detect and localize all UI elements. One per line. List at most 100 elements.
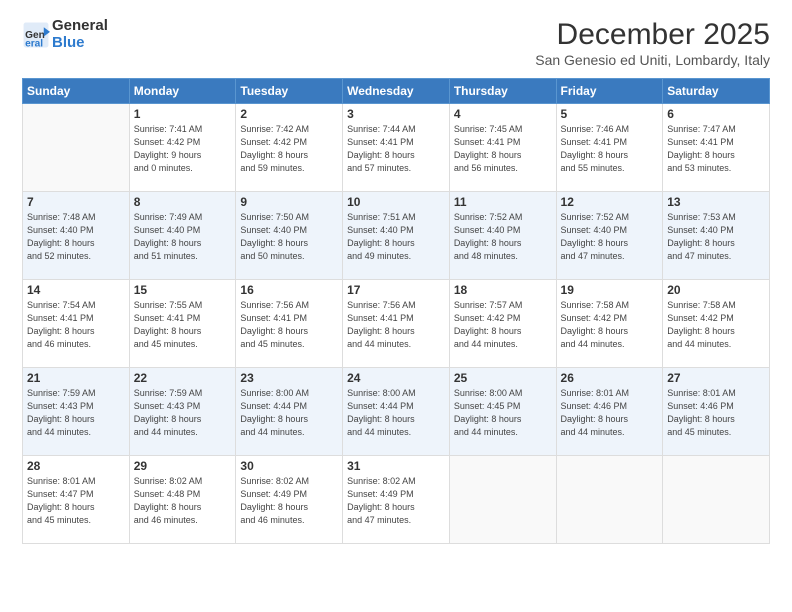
table-row: 24Sunrise: 8:00 AMSunset: 4:44 PMDayligh… bbox=[343, 368, 450, 456]
day-number: 27 bbox=[667, 371, 765, 385]
daylight-hours: Daylight: 8 hours bbox=[561, 150, 629, 160]
day-info: Sunrise: 7:52 AMSunset: 4:40 PMDaylight:… bbox=[454, 211, 552, 263]
day-info: Sunrise: 7:47 AMSunset: 4:41 PMDaylight:… bbox=[667, 123, 765, 175]
day-info: Sunrise: 7:55 AMSunset: 4:41 PMDaylight:… bbox=[134, 299, 232, 351]
th-friday: Friday bbox=[556, 79, 663, 104]
day-number: 10 bbox=[347, 195, 445, 209]
calendar-table: Sunday Monday Tuesday Wednesday Thursday… bbox=[22, 78, 770, 544]
day-number: 8 bbox=[134, 195, 232, 209]
day-info-continuation: and 44 minutes. bbox=[454, 339, 518, 349]
day-info: Sunrise: 8:00 AMSunset: 4:44 PMDaylight:… bbox=[240, 387, 338, 439]
sunset-time: Sunset: 4:40 PM bbox=[27, 225, 94, 235]
day-info: Sunrise: 8:02 AM Sunset: 4:49 PM Daylight:… bbox=[347, 475, 445, 527]
table-row: 29Sunrise: 8:02 AMSunset: 4:48 PMDayligh… bbox=[129, 456, 236, 544]
daylight-hours: Daylight: 8 hours bbox=[667, 414, 735, 424]
day-info: Sunrise: 7:41 AMSunset: 4:42 PMDaylight:… bbox=[134, 123, 232, 175]
table-row: 6Sunrise: 7:47 AMSunset: 4:41 PMDaylight… bbox=[663, 104, 770, 192]
day-info-continuation: and 44 minutes. bbox=[27, 427, 91, 437]
table-row: 15 Sunrise: 7:55 AMSunset: 4:41 PMDayligh… bbox=[129, 280, 236, 368]
th-wednesday: Wednesday bbox=[343, 79, 450, 104]
day-number: 22 bbox=[134, 371, 232, 385]
daylight-hours: Daylight: 8 hours bbox=[347, 502, 415, 512]
day-info-continuation: and 44 minutes. bbox=[240, 427, 304, 437]
sunset-time: Sunset: 4:43 PM bbox=[27, 401, 94, 411]
sunrise-time: Sunrise: 8:02 AM bbox=[347, 476, 416, 486]
calendar-row: 21Sunrise: 7:59 AMSunset: 4:43 PMDayligh… bbox=[23, 368, 770, 456]
day-info-continuation: and 56 minutes. bbox=[454, 163, 518, 173]
table-row: 19 Sunrise: 7:58 AMSunset: 4:42 PMDayligh… bbox=[556, 280, 663, 368]
sunset-time: Sunset: 4:49 PM bbox=[347, 489, 414, 499]
table-row: 27Sunrise: 8:01 AMSunset: 4:46 PMDayligh… bbox=[663, 368, 770, 456]
sunset-time: Sunset: 4:40 PM bbox=[561, 225, 628, 235]
page: Gen eral General Blue December 2025 San … bbox=[0, 0, 792, 612]
sunset-time: Sunset: 4:42 PM bbox=[454, 313, 521, 323]
daylight-hours: Daylight: 8 hours bbox=[454, 414, 522, 424]
sunrise-time: Sunrise: 8:01 AM bbox=[561, 388, 630, 398]
sunrise-time: Sunrise: 7:41 AM bbox=[134, 124, 203, 134]
day-info-continuation: and 44 minutes. bbox=[134, 427, 198, 437]
th-thursday: Thursday bbox=[449, 79, 556, 104]
sunrise-time: Sunrise: 7:46 AM bbox=[561, 124, 630, 134]
sunset-time: Sunset: 4:49 PM bbox=[240, 489, 307, 499]
day-number: 15 bbox=[134, 283, 232, 297]
table-row: 7 Sunrise: 7:48 AMSunset: 4:40 PMDaylight… bbox=[23, 192, 130, 280]
sunrise-time: Sunrise: 7:53 AM bbox=[667, 212, 736, 222]
day-info-continuation: and 45 minutes. bbox=[134, 339, 198, 349]
day-info-continuation: and 45 minutes. bbox=[667, 427, 731, 437]
daylight-hours: Daylight: 8 hours bbox=[240, 502, 308, 512]
sunrise-time: Sunrise: 7:49 AM bbox=[134, 212, 203, 222]
logo-icon: Gen eral bbox=[22, 21, 50, 49]
sunrise-time: Sunrise: 8:00 AM bbox=[240, 388, 309, 398]
day-number: 19 bbox=[561, 283, 659, 297]
day-info: Sunrise: 7:58 AMSunset: 4:42 PMDaylight:… bbox=[561, 299, 659, 351]
sunset-time: Sunset: 4:42 PM bbox=[667, 313, 734, 323]
day-number: 17 bbox=[347, 283, 445, 297]
day-number: 2 bbox=[240, 107, 338, 121]
sunrise-time: Sunrise: 7:59 AM bbox=[134, 388, 203, 398]
day-info-continuation: and 51 minutes. bbox=[134, 251, 198, 261]
day-info-continuation: and 44 minutes. bbox=[561, 339, 625, 349]
day-info-continuation: and 44 minutes. bbox=[667, 339, 731, 349]
sunrise-time: Sunrise: 7:50 AM bbox=[240, 212, 309, 222]
sunrise-time: Sunrise: 7:42 AM bbox=[240, 124, 309, 134]
day-info-continuation: and 57 minutes. bbox=[347, 163, 411, 173]
day-info-continuation: and 0 minutes. bbox=[134, 163, 193, 173]
location: San Genesio ed Uniti, Lombardy, Italy bbox=[535, 52, 770, 68]
daylight-hours: Daylight: 8 hours bbox=[667, 326, 735, 336]
table-row bbox=[23, 104, 130, 192]
sunrise-time: Sunrise: 7:59 AM bbox=[27, 388, 96, 398]
table-row: 9Sunrise: 7:50 AMSunset: 4:40 PMDaylight… bbox=[236, 192, 343, 280]
sunset-time: Sunset: 4:44 PM bbox=[240, 401, 307, 411]
day-info-continuation: and 46 minutes. bbox=[27, 339, 91, 349]
daylight-hours: Daylight: 8 hours bbox=[27, 326, 95, 336]
day-info-continuation: and 46 minutes. bbox=[134, 515, 198, 525]
table-row: 4Sunrise: 7:45 AMSunset: 4:41 PMDaylight… bbox=[449, 104, 556, 192]
sunrise-time: Sunrise: 7:44 AM bbox=[347, 124, 416, 134]
sunset-time: Sunset: 4:46 PM bbox=[667, 401, 734, 411]
table-row: 31Sunrise: 8:02 AMSunset: 4:49 PMDayligh… bbox=[343, 456, 450, 544]
th-tuesday: Tuesday bbox=[236, 79, 343, 104]
day-info-continuation: and 44 minutes. bbox=[454, 427, 518, 437]
day-info-continuation: and 44 minutes. bbox=[561, 427, 625, 437]
sunrise-time: Sunrise: 7:52 AM bbox=[561, 212, 630, 222]
day-info-continuation: and 46 minutes. bbox=[240, 515, 304, 525]
table-row: 26Sunrise: 8:01 AMSunset: 4:46 PMDayligh… bbox=[556, 368, 663, 456]
day-number: 25 bbox=[454, 371, 552, 385]
day-number: 23 bbox=[240, 371, 338, 385]
day-info: Sunrise: 7:59 AMSunset: 4:43 PMDaylight:… bbox=[134, 387, 232, 439]
table-row: 5Sunrise: 7:46 AMSunset: 4:41 PMDaylight… bbox=[556, 104, 663, 192]
day-info: Sunrise: 7:56 AMSunset: 4:41 PMDaylight:… bbox=[347, 299, 445, 351]
day-info: Sunrise: 7:48 AMSunset: 4:40 PMDaylight:… bbox=[27, 211, 125, 263]
table-row: 16Sunrise: 7:56 AMSunset: 4:41 PMDayligh… bbox=[236, 280, 343, 368]
sunrise-time: Sunrise: 8:02 AM bbox=[134, 476, 203, 486]
daylight-hours: Daylight: 8 hours bbox=[27, 238, 95, 248]
daylight-hours: Daylight: 8 hours bbox=[454, 326, 522, 336]
table-row: 8Sunrise: 7:49 AMSunset: 4:40 PMDaylight… bbox=[129, 192, 236, 280]
sunrise-time: Sunrise: 7:58 AM bbox=[561, 300, 630, 310]
day-number: 13 bbox=[667, 195, 765, 209]
calendar-header-row: Sunday Monday Tuesday Wednesday Thursday… bbox=[23, 79, 770, 104]
calendar-row: 7 Sunrise: 7:48 AMSunset: 4:40 PMDaylight… bbox=[23, 192, 770, 280]
day-info: Sunrise: 7:44 AMSunset: 4:41 PMDaylight:… bbox=[347, 123, 445, 175]
day-number: 7 bbox=[27, 195, 125, 209]
sunrise-time: Sunrise: 7:57 AM bbox=[454, 300, 523, 310]
